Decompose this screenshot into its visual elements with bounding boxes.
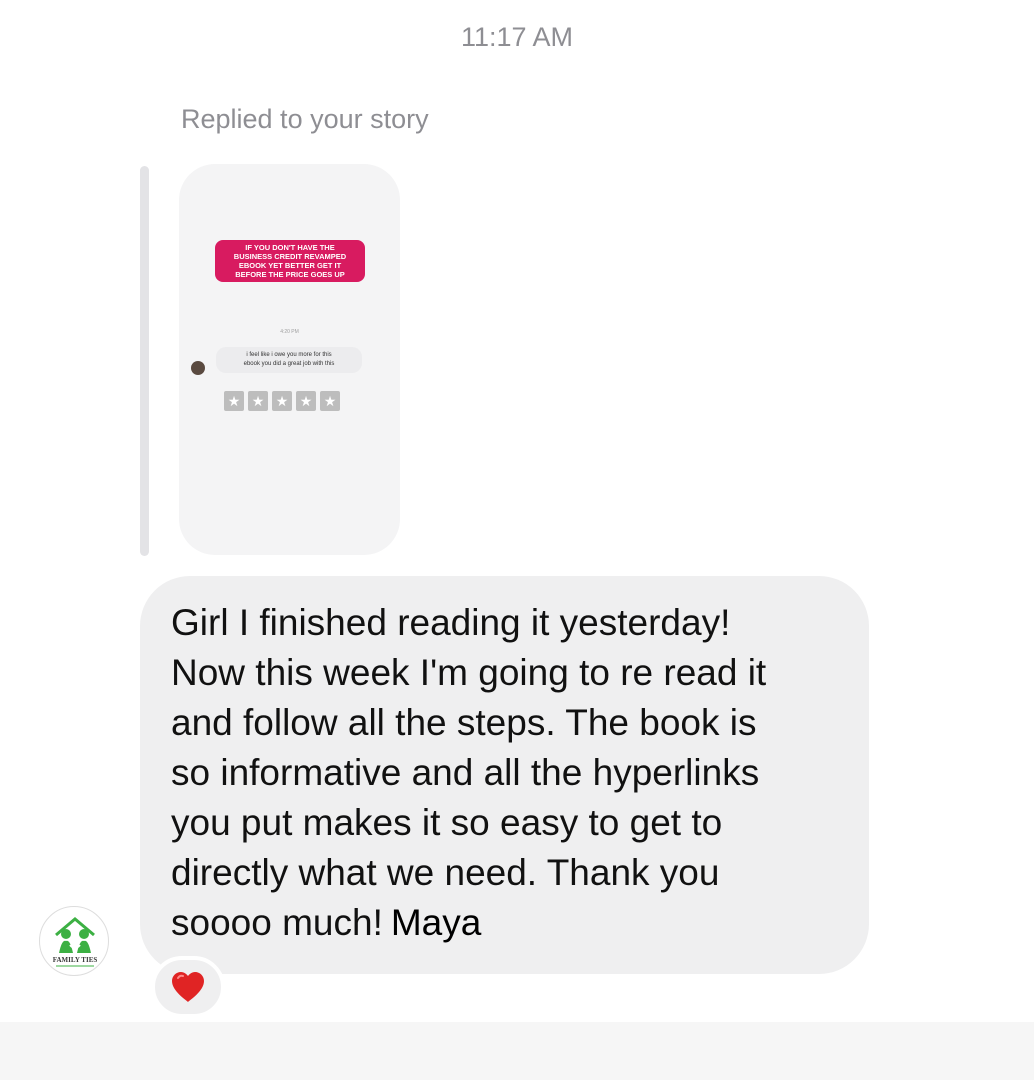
story-preview-message-line: ebook you did a great job with this — [243, 361, 335, 367]
star-icon: ★ — [272, 391, 292, 411]
message-line: so informative and all the hyperlinks — [171, 752, 760, 793]
story-banner-line: BEFORE THE PRICE GOES UP — [235, 270, 345, 279]
story-preview-rating: ★ ★ ★ ★ ★ — [224, 391, 340, 411]
message-bubble[interactable]: Girl I finished reading it yesterday! No… — [140, 576, 869, 974]
message-line: Girl I finished reading it yesterday! — [171, 602, 731, 643]
star-icon: ★ — [296, 391, 316, 411]
heart-reaction[interactable] — [151, 956, 225, 1018]
bottom-bar — [0, 1022, 1034, 1080]
message-timestamp: 11:17 AM — [460, 22, 574, 52]
story-banner-text: IF YOU DON'T HAVE THE BUSINESS CREDIT RE… — [215, 240, 365, 282]
story-banner-line: BUSINESS CREDIT REVAMPED — [233, 252, 347, 261]
star-icon: ★ — [320, 391, 340, 411]
message-line: you put makes it so easy to get to — [171, 802, 723, 843]
star-icon: ★ — [248, 391, 268, 411]
sender-avatar[interactable]: FAMILY TIES — [39, 906, 109, 976]
story-reply-label: Replied to your story — [181, 104, 429, 134]
star-icon: ★ — [224, 391, 244, 411]
story-preview-time: 4:20 PM — [280, 329, 299, 335]
dm-conversation-screen: 11:17 AM Replied to your story IF YOU DO… — [0, 0, 1034, 1080]
message-text: Girl I finished reading it yesterday! No… — [171, 598, 839, 948]
story-banner-line: EBOOK YET BETTER GET IT — [238, 261, 342, 270]
avatar-brand-text: FAMILY TIES — [53, 956, 98, 964]
message-line-last: soooo much! Maya — [171, 898, 839, 948]
story-preview-message-line: i feel like i owe you more for this — [246, 352, 332, 358]
family-ties-logo-icon: FAMILY TIES — [53, 917, 98, 967]
story-preview-thumbnail[interactable]: IF YOU DON'T HAVE THE BUSINESS CREDIT RE… — [179, 164, 400, 555]
reply-indicator-bar — [140, 166, 149, 556]
story-preview-content: IF YOU DON'T HAVE THE BUSINESS CREDIT RE… — [179, 164, 400, 555]
message-line: soooo much! — [171, 902, 383, 943]
message-line: Now this week I'm going to re read it — [171, 652, 767, 693]
message-line: directly what we need. Thank you — [171, 852, 720, 893]
signature-text: Maya — [390, 902, 482, 943]
story-preview-message: i feel like i owe you more for this eboo… — [216, 347, 362, 373]
story-banner-line: IF YOU DON'T HAVE THE — [245, 243, 335, 252]
red-heart-icon — [172, 972, 204, 1002]
story-preview-avatar — [191, 361, 205, 375]
message-line: and follow all the steps. The book is — [171, 702, 757, 743]
